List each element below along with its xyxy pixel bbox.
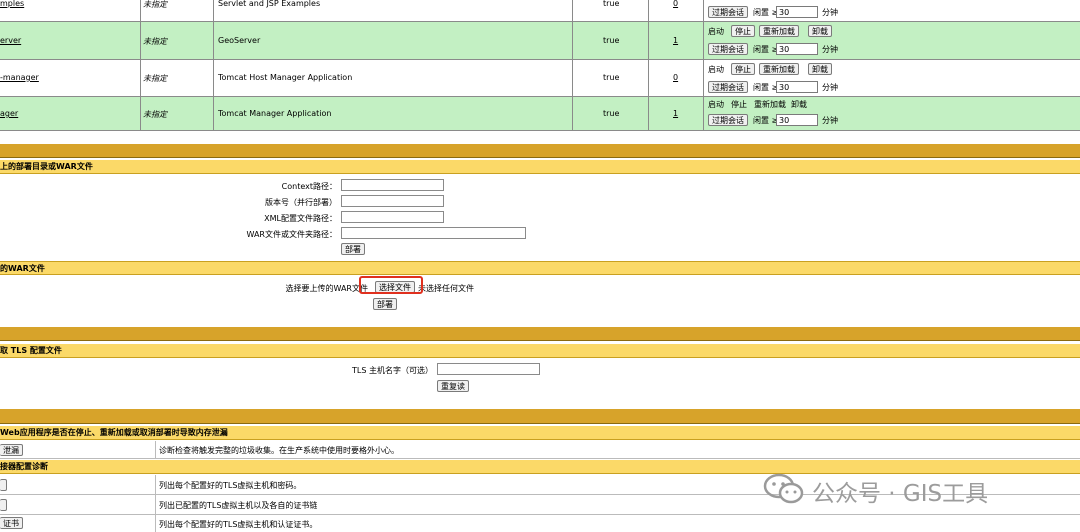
reload-label: 重新加载 [754,100,786,109]
app-running: true [603,36,620,45]
stop-button[interactable]: 停止 [731,25,755,37]
idle-minutes-input[interactable]: 30 [776,43,818,55]
leak-description: 诊断检查将触发完整的垃圾收集。在生产系统中使用时要格外小心。 [159,446,399,455]
find-leaks-button[interactable]: 泄漏 [0,444,23,456]
app-path-link[interactable]: erver [0,36,21,45]
app-version: 未指定 [143,110,167,119]
tls-reload-header-text: 取 TLS 配置文件 [0,346,62,355]
ciphers-button[interactable] [0,479,7,491]
deploy-button[interactable]: 部署 [341,243,365,255]
highlight-box [359,276,423,294]
idle-label: 闲置 ≥ [753,83,779,92]
idle-minutes-input[interactable]: 30 [776,114,818,126]
watermark-text: 公众号 · GIS工具 [812,481,989,507]
app-sessions-link[interactable]: 0 [673,0,678,8]
start-label: 启动 [708,100,724,109]
war-path-label: WAR文件或文件夹路径： [246,230,337,239]
divider [572,0,573,21]
stop-button[interactable]: 停止 [731,63,755,75]
divider [213,0,214,21]
context-path-input[interactable] [341,179,444,191]
app-running: true [603,109,620,118]
upload-war-label: 选择要上传的WAR文件 [285,284,368,293]
app-version: 未指定 [143,37,167,46]
undeploy-label: 卸载 [791,100,807,109]
expire-sessions-button[interactable]: 过期会话 [708,6,748,18]
minutes-label: 分钟 [822,116,838,125]
app-sessions-link[interactable]: 0 [673,73,678,82]
version-label: 版本号（并行部署） [265,198,337,207]
memory-leak-header-text: Web应用程序是否在停止、重新加载或取消部署时导致内存泄漏 [0,428,228,437]
ciphers-description: 列出每个配置好的TLS虚拟主机和密码。 [159,481,302,490]
stop-label: 停止 [731,100,747,109]
divider [140,0,141,21]
start-label: 启动 [708,65,724,74]
diagnostics-section-header [0,409,1080,424]
undeploy-button[interactable]: 卸载 [808,25,832,37]
wechat-icon [763,473,804,504]
app-row-host-manager: -manager 未指定 Tomcat Host Manager Applica… [0,60,1080,97]
idle-minutes-input[interactable]: 30 [776,6,818,18]
expire-sessions-button[interactable]: 过期会话 [708,43,748,55]
trusted-certs-description: 列出每个配置好的TLS虚拟主机和认证证书。 [159,520,318,529]
idle-label: 闲置 ≥ [753,116,779,125]
watermark: 公众号 · GIS工具 [762,470,1062,507]
idle-minutes-input[interactable]: 30 [776,81,818,93]
certs-description: 列出已配置的TLS虚拟主机以及各自的证书链 [159,501,318,510]
undeploy-button[interactable]: 卸载 [808,63,832,75]
tls-host-input[interactable] [437,363,540,375]
app-path-link[interactable]: ager [0,109,18,118]
deploy-server-header-text: 上的部署目录或WAR文件 [0,162,93,171]
app-row-manager: ager 未指定 Tomcat Manager Application true… [0,97,1080,131]
upload-war-header-text: 的WAR文件 [0,264,45,273]
war-path-input[interactable] [341,227,526,239]
app-path-link[interactable]: mples [0,0,24,8]
xml-config-label: XML配置文件路径： [264,214,337,223]
app-path-link[interactable]: -manager [0,73,39,82]
minutes-label: 分钟 [822,8,838,17]
app-sessions-link[interactable]: 1 [673,36,678,45]
reload-button[interactable]: 重新加载 [759,63,799,75]
expire-sessions-button[interactable]: 过期会话 [708,114,748,126]
tls-reload-header: 取 TLS 配置文件 [0,344,1080,358]
connector-diagnostics-header-text: 接器配置诊断 [0,462,48,471]
no-file-chosen-text: 未选择任何文件 [418,284,474,293]
expire-sessions-button[interactable]: 过期会话 [708,81,748,93]
memory-leak-header: Web应用程序是否在停止、重新加载或取消部署时导致内存泄漏 [0,426,1080,440]
tls-host-label: TLS 主机名字（可选） [352,366,433,375]
app-sessions-link[interactable]: 1 [673,109,678,118]
xml-config-input[interactable] [341,211,444,223]
deploy-section-header [0,144,1080,158]
start-label: 启动 [708,27,724,36]
app-version: 未指定 [143,74,167,83]
divider [703,0,704,21]
minutes-label: 分钟 [822,83,838,92]
app-display-name: Servlet and JSP Examples [218,0,321,8]
app-display-name: Tomcat Host Manager Application [218,73,353,82]
upload-war-header: 的WAR文件 [0,261,1080,275]
app-display-name: GeoServer [218,36,261,45]
certs-button[interactable] [0,499,7,511]
minutes-label: 分钟 [822,45,838,54]
leak-row: 泄漏 诊断检查将触发完整的垃圾收集。在生产系统中使用时要格外小心。 [0,441,1080,459]
tls-reload-button[interactable]: 重复读 [437,380,469,392]
app-row-examples: mples 未指定 Servlet and JSP Examples true … [0,0,1080,22]
app-version: 未指定 [143,0,167,9]
upload-deploy-button[interactable]: 部署 [373,298,397,310]
tls-section-header [0,327,1080,341]
idle-label: 闲置 ≥ [753,45,779,54]
trusted-certs-button[interactable]: 证书 [0,517,23,529]
trusted-certs-row: 证书 列出每个配置好的TLS虚拟主机和认证证书。 [0,515,1080,532]
reload-button[interactable]: 重新加载 [759,25,799,37]
deploy-server-header: 上的部署目录或WAR文件 [0,160,1080,174]
app-running: true [603,73,620,82]
idle-label: 闲置 ≥ [753,8,779,17]
context-path-label: Context路径： [281,182,337,191]
app-row-geoserver: erver 未指定 GeoServer true 1 启动 停止 重新加载 卸载… [0,22,1080,60]
app-display-name: Tomcat Manager Application [218,109,332,118]
divider [648,0,649,21]
app-running: true [603,0,620,8]
version-input[interactable] [341,195,444,207]
